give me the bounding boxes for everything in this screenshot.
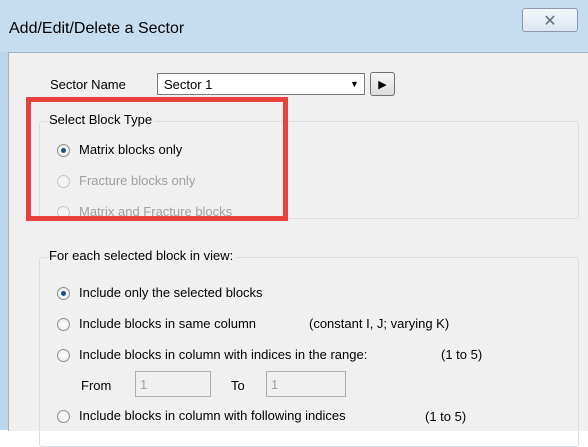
title-bar: Add/Edit/Delete a Sector ✕ <box>0 0 588 52</box>
sector-name-dropdown[interactable]: Sector 1 ▼ <box>157 73 365 95</box>
close-icon: ✕ <box>543 10 557 30</box>
include-same-column-radio[interactable] <box>57 318 70 331</box>
from-value: 1 <box>140 377 148 392</box>
dialog-window: Add/Edit/Delete a Sector ✕ Sector Name S… <box>0 0 588 447</box>
include-selected-label: Include only the selected blocks <box>79 285 263 300</box>
selection-scope-legend: For each selected block in view: <box>47 248 236 263</box>
to-label: To <box>231 378 245 393</box>
from-input[interactable]: 1 <box>135 371 211 397</box>
play-arrow-icon: ▶ <box>378 78 387 91</box>
include-same-column-label: Include blocks in same column <box>79 316 257 331</box>
include-range-label: Include blocks in column with indices in… <box>79 347 368 362</box>
close-button[interactable]: ✕ <box>522 8 578 32</box>
range-note: (1 to 5) <box>441 347 483 362</box>
sector-name-label: Sector Name <box>50 77 126 92</box>
include-selected-radio[interactable] <box>57 287 70 300</box>
to-input[interactable]: 1 <box>266 371 346 397</box>
dialog-title: Add/Edit/Delete a Sector <box>9 20 185 37</box>
sector-name-value: Sector 1 <box>164 77 213 92</box>
include-indices-label: Include blocks in column with following … <box>79 408 346 423</box>
include-indices-radio[interactable] <box>57 410 70 423</box>
indices-note: (1 to 5) <box>425 409 467 424</box>
chevron-down-icon: ▼ <box>350 79 359 89</box>
same-column-note: (constant I, J; varying K) <box>309 316 450 331</box>
from-label: From <box>81 378 112 393</box>
to-value: 1 <box>271 377 279 392</box>
highlight-box <box>26 97 288 221</box>
include-range-radio[interactable] <box>57 349 70 362</box>
next-sector-button[interactable]: ▶ <box>370 72 395 96</box>
